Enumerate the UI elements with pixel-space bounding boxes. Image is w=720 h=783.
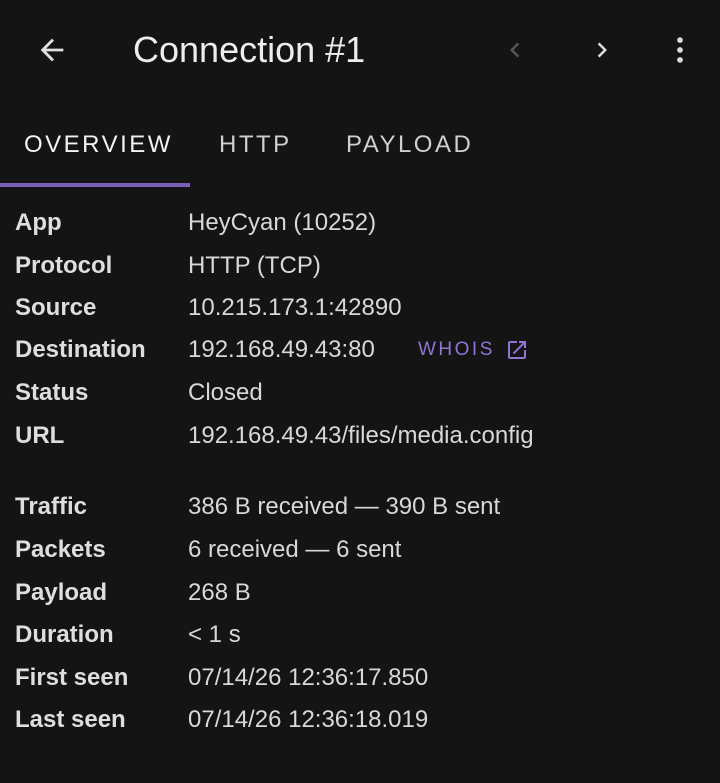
arrow-left-icon	[40, 38, 64, 62]
whois-link[interactable]: WHOIS	[418, 330, 529, 370]
stat-value: 386 B received — 390 B sent	[188, 493, 501, 520]
detail-value: HeyCyan (10252)	[188, 209, 377, 236]
detail-label: App	[15, 209, 62, 236]
stat-row-first-seen: First seen 07/14/26 12:36:17.850	[0, 658, 720, 698]
detail-label: Protocol	[15, 252, 113, 279]
stat-value: 07/14/26 12:36:17.850	[188, 664, 429, 691]
detail-label: Status	[15, 379, 89, 406]
stat-label: Traffic	[15, 493, 88, 520]
more-vertical-icon	[677, 37, 683, 63]
stat-value: < 1 s	[188, 621, 241, 648]
detail-label: URL	[15, 422, 65, 449]
stat-label: Last seen	[15, 706, 126, 733]
detail-row-url: URL 192.168.49.43/files/media.config	[0, 416, 720, 456]
stat-value: 07/14/26 12:36:18.019	[188, 706, 429, 733]
stat-value: 6 received — 6 sent	[188, 536, 402, 563]
stat-label: Packets	[15, 536, 106, 563]
detail-value: 192.168.49.43/files/media.config	[188, 422, 534, 449]
detail-row-source: Source 10.215.173.1:42890	[0, 288, 720, 328]
page-title: Connection #1	[133, 29, 366, 70]
open-external-icon	[507, 341, 526, 359]
stat-value: 268 B	[188, 579, 251, 606]
stat-label: First seen	[15, 664, 129, 691]
detail-value: HTTP (TCP)	[188, 252, 321, 279]
detail-label: Destination	[15, 336, 146, 363]
more-options-button[interactable]	[660, 28, 700, 72]
stat-row-traffic: Traffic 386 B received — 390 B sent	[0, 487, 720, 527]
stat-row-packets: Packets 6 received — 6 sent	[0, 530, 720, 570]
stat-row-duration: Duration < 1 s	[0, 615, 720, 655]
detail-value: 10.215.173.1:42890	[188, 294, 402, 321]
detail-row-destination: Destination 192.168.49.43:80 WHOIS	[0, 330, 720, 370]
tab-http[interactable]: HTTP	[219, 130, 292, 160]
detail-row-app: App HeyCyan (10252)	[0, 203, 720, 243]
next-connection-button[interactable]	[582, 30, 622, 70]
detail-value: 192.168.49.43:80	[188, 336, 375, 363]
chevron-right-icon	[597, 42, 607, 58]
chevron-left-icon	[510, 42, 520, 58]
previous-connection-button[interactable]	[495, 30, 535, 70]
tab-payload[interactable]: PAYLOAD	[346, 130, 473, 160]
tab-overview[interactable]: OVERVIEW	[24, 130, 173, 160]
whois-label: WHOIS	[418, 339, 495, 360]
active-tab-indicator	[0, 183, 190, 187]
stat-row-last-seen: Last seen 07/14/26 12:36:18.019	[0, 700, 720, 740]
stat-label: Duration	[15, 621, 114, 648]
back-button[interactable]	[30, 28, 74, 72]
stat-row-payload: Payload 268 B	[0, 573, 720, 613]
detail-label: Source	[15, 294, 97, 321]
detail-row-protocol: Protocol HTTP (TCP)	[0, 246, 720, 286]
tab-bar: OVERVIEW HTTP PAYLOAD	[0, 118, 720, 188]
detail-value: Closed	[188, 379, 263, 406]
top-app-bar: Connection #1	[0, 0, 720, 100]
stat-label: Payload	[15, 579, 108, 606]
detail-row-status: Status Closed	[0, 373, 720, 413]
